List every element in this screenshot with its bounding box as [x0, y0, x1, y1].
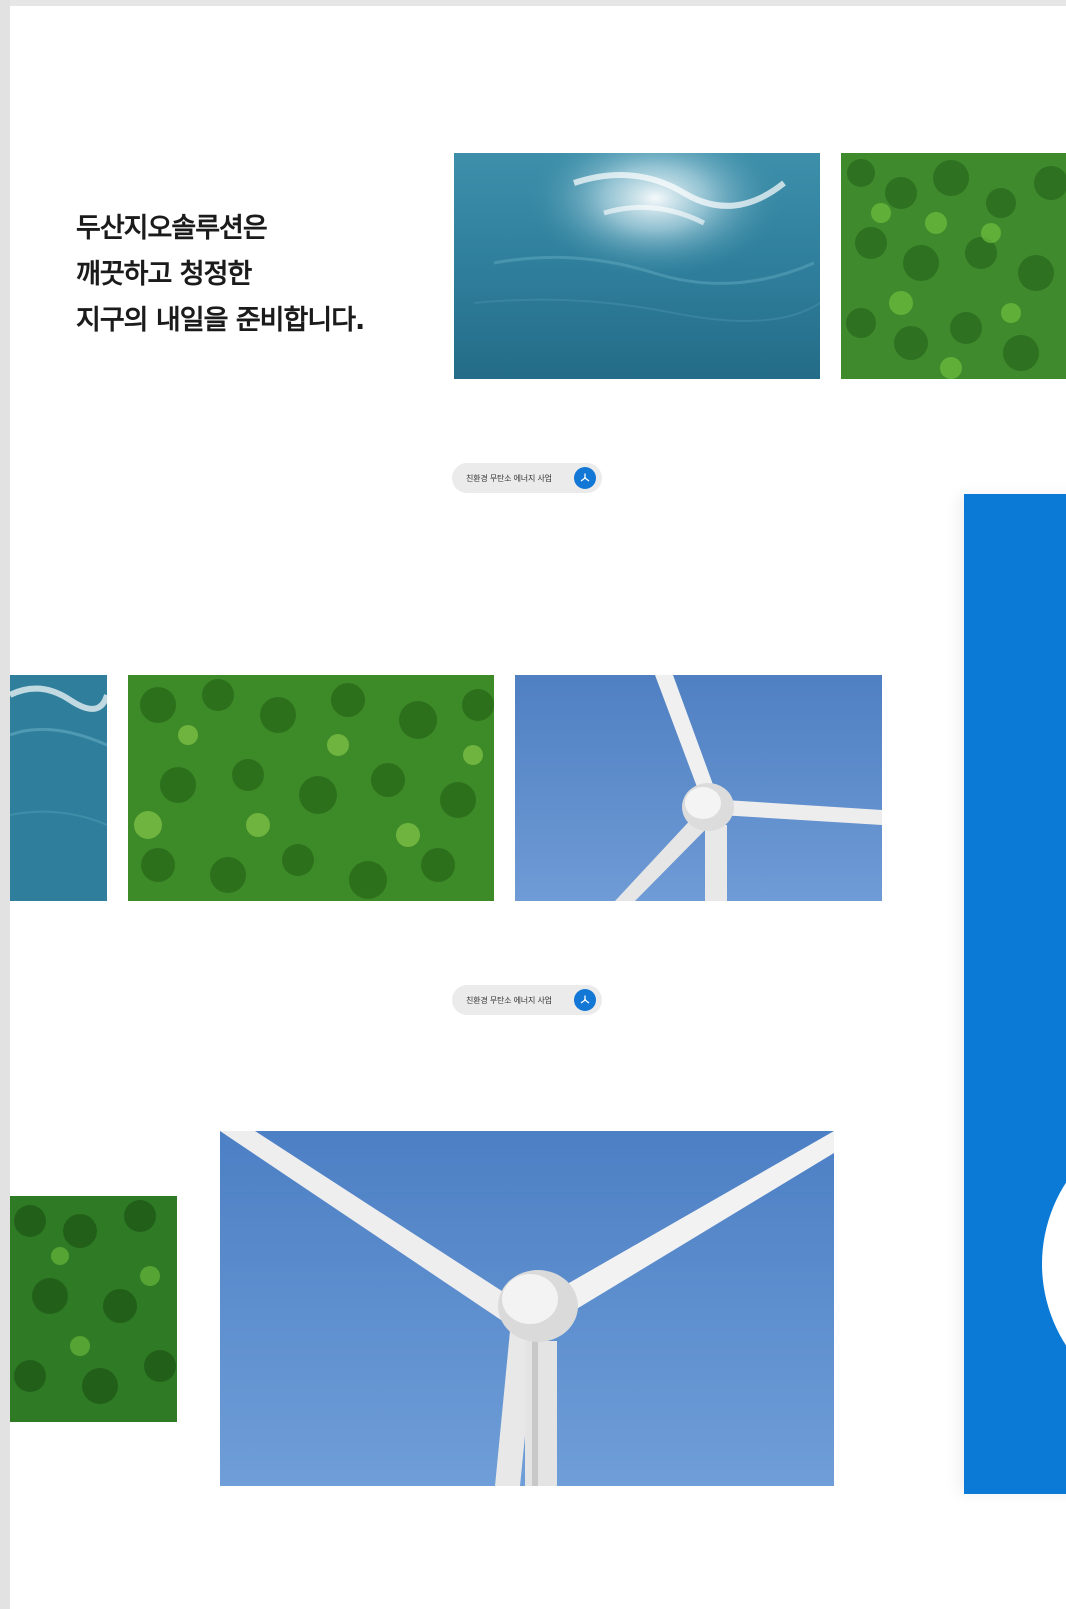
fan-icon [574, 989, 596, 1011]
blue-side-panel [964, 494, 1066, 1494]
water-photo [454, 153, 820, 379]
forest-photo-3 [10, 1196, 177, 1422]
wind-turbine-photo [515, 675, 882, 901]
forest-photo-2 [128, 675, 494, 901]
fan-icon [574, 467, 596, 489]
hero-line-3: 지구의 내일을 준비합니다. [76, 305, 365, 336]
wind-turbine-large-photo [220, 1131, 834, 1486]
pill-label: 친환경 무탄소 에너지 사업 [466, 473, 552, 483]
eco-energy-button[interactable]: 친환경 무탄소 에너지 사업 [452, 463, 602, 493]
eco-energy-button-2[interactable]: 친환경 무탄소 에너지 사업 [452, 985, 602, 1015]
forest-photo [841, 153, 1066, 379]
hero-line-1: 두산지오솔루션은 [76, 213, 268, 244]
circle-graphic [1042, 1114, 1066, 1414]
page-shadow [0, 0, 10, 1609]
hero-line-2: 깨끗하고 청정한 [76, 259, 252, 290]
water-photo-2 [10, 675, 107, 901]
pill-label: 친환경 무탄소 에너지 사업 [466, 995, 552, 1005]
page-canvas: 두산지오솔루션은 깨끗하고 청정한 지구의 내일을 준비합니다. 친환경 무탄소… [10, 6, 1066, 1609]
hero-headline: 두산지오솔루션은 깨끗하고 청정한 지구의 내일을 준비합니다. [76, 206, 365, 344]
